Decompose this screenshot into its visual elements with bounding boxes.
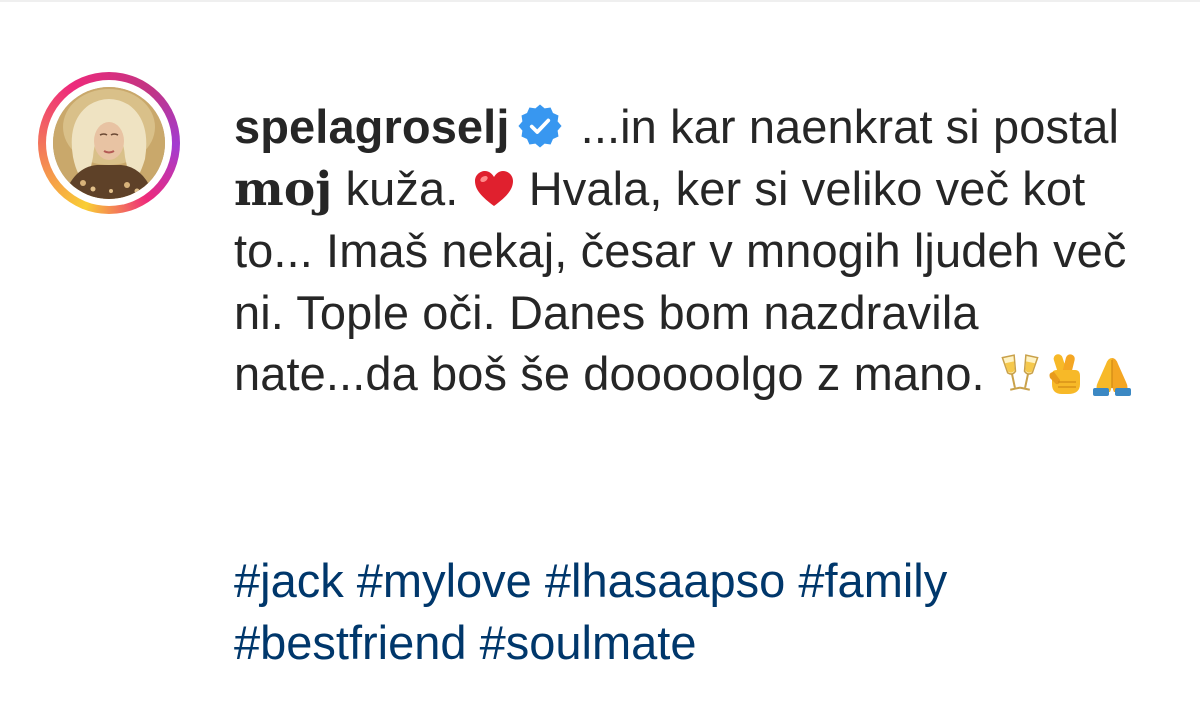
caption-emphasis-word: moj <box>234 161 333 217</box>
folded-hands-icon <box>1092 358 1131 397</box>
hashtag-list: #jack #mylove #lhasaapso #family #bestfr… <box>234 550 1174 673</box>
username-link[interactable]: spelagroselj <box>234 100 510 153</box>
avatar <box>53 87 165 199</box>
champagne-glasses-icon <box>1001 354 1039 392</box>
hashtag-link[interactable]: #bestfriend <box>234 616 467 669</box>
caption-text-kuza: kuža. <box>332 161 472 215</box>
hashtag-link[interactable]: #mylove <box>357 554 532 607</box>
story-ring-avatar[interactable] <box>38 72 180 214</box>
post-caption: spelagroselj ...in kar naenkrat si posta… <box>234 96 1174 405</box>
avatar-ring-gap <box>46 80 172 206</box>
hashtag-link[interactable]: #lhasaapso <box>545 554 785 607</box>
caption-text-intro: ...in kar naenkrat si postal <box>567 100 1120 153</box>
verified-badge-icon <box>517 104 562 148</box>
hashtag-link[interactable]: #family <box>798 554 947 607</box>
crossed-fingers-icon <box>1049 354 1080 395</box>
heart-emoji-icon <box>474 170 513 206</box>
top-divider <box>0 0 1200 2</box>
hashtag-link[interactable]: #soulmate <box>480 616 697 669</box>
hashtag-link[interactable]: #jack <box>234 554 344 607</box>
avatar-image <box>53 87 165 199</box>
